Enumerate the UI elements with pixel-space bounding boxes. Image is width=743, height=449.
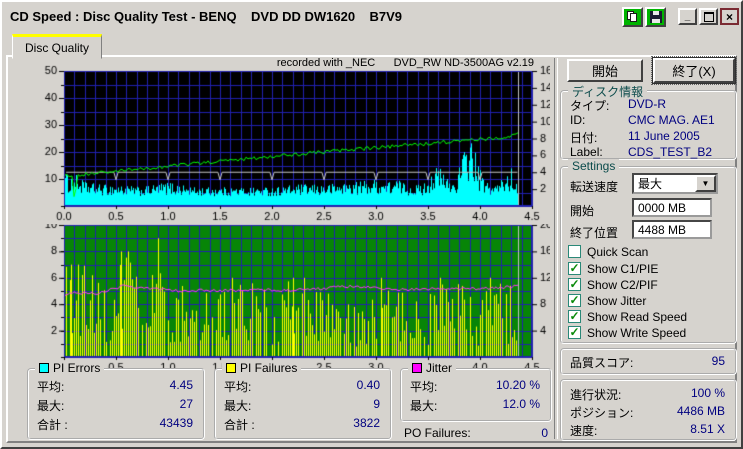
speed-label: 転送速度 xyxy=(570,180,619,194)
check-icon: ✓ xyxy=(569,277,580,291)
pi-errors-caption: PI Errors xyxy=(35,361,105,375)
copy-button[interactable] xyxy=(622,6,643,27)
close-button[interactable]: × xyxy=(720,8,739,25)
total-value: 43439 xyxy=(159,416,193,430)
avg-value: 4.45 xyxy=(169,378,193,392)
window-title: CD Speed : Disc Quality Test - BENQ DVD … xyxy=(10,9,403,24)
po-failures-label: PO Failures: xyxy=(404,426,471,440)
avg-label: 平均: xyxy=(224,380,252,394)
save-icon xyxy=(649,10,662,23)
total-label: 合計 : xyxy=(37,418,68,432)
settings-caption: Settings xyxy=(568,159,620,173)
save-button[interactable] xyxy=(645,6,666,27)
combo-dropdown-button[interactable]: ▼ xyxy=(695,175,716,192)
check-icon: ✓ xyxy=(569,309,580,323)
quality-score-value: 95 xyxy=(711,354,725,368)
tab-disc-quality[interactable]: Disc Quality xyxy=(12,34,103,59)
disc-label-value: CDS_TEST_B2 xyxy=(628,145,713,159)
jitter-panel: Jitter 平均: 10.20 % 最大: 12.0 % xyxy=(400,361,552,422)
checkbox-show-read-speed[interactable]: ✓ Show Read Speed xyxy=(568,309,687,324)
pi-failures-chart xyxy=(10,224,550,370)
pi-failures-panel: PI Failures 平均: 0.40 最大: 9 合計 : 3822 xyxy=(214,361,392,440)
checkbox-quick-scan[interactable]: ✓ Quick Scan xyxy=(568,244,648,259)
check-icon: ✓ xyxy=(569,261,580,275)
avg-label: 平均: xyxy=(410,380,438,394)
disc-type-label: タイプ: xyxy=(570,99,610,113)
quality-score-box: 品質スコア: 95 xyxy=(560,348,737,375)
maximize-button[interactable] xyxy=(699,8,718,25)
scan-end-input[interactable]: 4488 MB xyxy=(632,220,712,239)
copy-icon xyxy=(627,10,638,23)
start-button[interactable]: 開始 xyxy=(567,59,643,82)
app-window: CD Speed : Disc Quality Test - BENQ DVD … xyxy=(0,0,743,449)
vertical-divider xyxy=(554,58,558,439)
max-label: 最大: xyxy=(410,399,438,413)
checkbox-show-c2-pif[interactable]: ✓ Show C2/PIF xyxy=(568,277,658,292)
avg-value: 0.40 xyxy=(356,378,380,392)
max-value: 12.0 % xyxy=(502,397,540,411)
minimize-icon: _ xyxy=(684,11,691,22)
tab-label: Disc Quality xyxy=(25,40,90,55)
jitter-legend-icon xyxy=(412,363,422,373)
pi-errors-legend-icon xyxy=(39,363,49,373)
disc-id-label: ID: xyxy=(570,113,586,127)
max-value: 27 xyxy=(179,397,193,411)
pi-failures-caption: PI Failures xyxy=(222,361,302,375)
check-icon: ✓ xyxy=(569,325,580,339)
disc-date-value: 11 June 2005 xyxy=(628,129,700,143)
scan-start-input[interactable]: 0000 MB xyxy=(632,198,712,217)
disc-id-value: CMC MAG. AE1 xyxy=(628,113,715,127)
exit-button[interactable]: 終了(X) xyxy=(651,56,737,85)
total-label: 合計 : xyxy=(224,418,255,432)
scan-end-label: 終了位置 xyxy=(570,226,619,240)
max-value: 9 xyxy=(373,397,380,411)
pi-failures-legend-icon xyxy=(226,363,236,373)
recorded-with-label: recorded with _NEC DVD_RW ND-3500AG v2.1… xyxy=(276,57,534,69)
pi-errors-panel: PI Errors 平均: 4.45 最大: 27 合計 : 43439 xyxy=(27,361,205,440)
pi-errors-chart xyxy=(10,54,550,222)
scan-start-label: 開始 xyxy=(570,204,595,218)
progress-value: 100 % xyxy=(690,386,725,400)
po-failures-value: 0 xyxy=(541,426,548,440)
avg-label: 平均: xyxy=(37,380,65,394)
speed-stat-label: 速度: xyxy=(570,424,598,438)
max-label: 最大: xyxy=(224,399,252,413)
disc-type-value: DVD-R xyxy=(628,97,666,111)
position-label: ポジション: xyxy=(570,406,634,420)
avg-value: 10.20 % xyxy=(495,378,540,392)
close-icon: × xyxy=(725,9,733,24)
chevron-down-icon: ▼ xyxy=(701,179,710,188)
minimize-button[interactable]: _ xyxy=(678,8,697,25)
quality-score-label: 品質スコア: xyxy=(570,356,634,370)
jitter-caption: Jitter xyxy=(408,361,457,375)
progress-box: 進行状況: 100 % ポジション: 4486 MB 速度: 8.51 X xyxy=(560,379,737,441)
position-value: 4486 MB xyxy=(676,404,725,418)
max-label: 最大: xyxy=(37,399,65,413)
disc-label-label: Label: xyxy=(570,145,603,159)
disc-info-group: ディスク情報 タイプ: DVD-R ID: CMC MAG. AE1 日付: 11 J… xyxy=(560,83,737,160)
checkbox-show-write-speed[interactable]: ✓ Show Write Speed xyxy=(568,325,686,340)
progress-label: 進行状況: xyxy=(570,388,622,402)
speed-stat-value: 8.51 X xyxy=(690,422,725,436)
po-failures-row: PO Failures: 0 xyxy=(404,426,548,442)
titlebar: CD Speed : Disc Quality Test - BENQ DVD … xyxy=(4,4,739,29)
check-icon: ✓ xyxy=(569,293,580,307)
maximize-icon xyxy=(703,11,714,22)
checkbox-show-jitter[interactable]: ✓ Show Jitter xyxy=(568,293,646,308)
speed-combobox[interactable]: 最大 ▼ xyxy=(632,173,718,194)
disc-date-label: 日付: xyxy=(570,131,598,145)
speed-value: 最大 xyxy=(638,177,663,191)
checkbox-show-c1-pie[interactable]: ✓ Show C1/PIE xyxy=(568,261,658,276)
total-value: 3822 xyxy=(353,416,380,430)
